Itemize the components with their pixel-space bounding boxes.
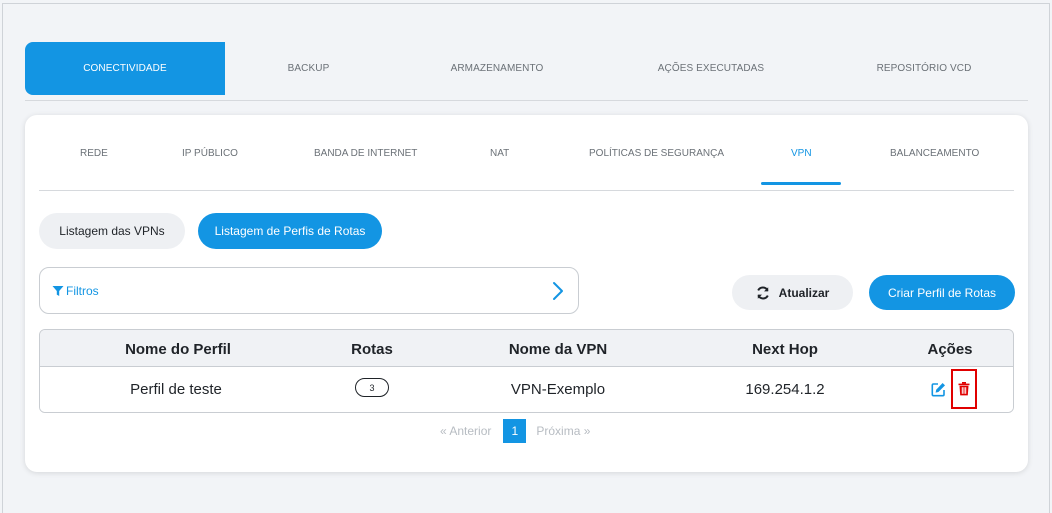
subtab-balanceamento[interactable]: BALANCEAMENTO [890, 148, 979, 159]
table-header: Nome do Perfil Rotas Nome da VPN Next Ho… [40, 330, 1013, 367]
header-acoes: Ações [927, 341, 973, 358]
active-subtab-indicator [761, 182, 841, 185]
tab-acoes-executadas[interactable]: AÇÕES EXECUTADAS [602, 42, 820, 95]
refresh-label: Atualizar [778, 285, 830, 300]
header-next-hop: Next Hop [752, 341, 818, 358]
subtab-politicas-de-seguranca[interactable]: POLÍTICAS DE SEGURANÇA [589, 148, 724, 159]
header-rotas: Rotas [351, 341, 393, 358]
pagination-page-current[interactable]: 1 [503, 419, 527, 443]
vpn-list-button[interactable]: Listagem das VPNs [39, 213, 185, 249]
top-tab-bar: CONECTIVIDADE BACKUP ARMAZENAMENTO AÇÕES… [25, 42, 1028, 95]
header-nome-do-perfil: Nome do Perfil [125, 341, 231, 358]
subtab-banda-de-internet[interactable]: BANDA DE INTERNET [314, 148, 417, 159]
edit-icon[interactable] [931, 382, 946, 397]
cell-profile-name: Perfil de teste [130, 381, 222, 398]
subtab-rede[interactable]: REDE [80, 148, 108, 159]
header-nome-da-vpn: Nome da VPN [508, 341, 608, 358]
content-card: REDE IP PÚBLICO BANDA DE INTERNET NAT PO… [25, 115, 1028, 472]
refresh-icon [756, 286, 769, 299]
tab-repositorio-vcd[interactable]: REPOSITÓRIO VCD [820, 42, 1028, 95]
tab-conectividade[interactable]: CONECTIVIDADE [25, 42, 225, 95]
sub-tab-bar: REDE IP PÚBLICO BANDA DE INTERNET NAT PO… [39, 148, 1014, 166]
table-row: Perfil de teste 3 VPN-Exemplo 169.254.1.… [40, 367, 1013, 412]
filter-icon [52, 285, 64, 296]
create-route-profile-button[interactable]: Criar Perfil de Rotas [869, 275, 1015, 310]
top-tab-divider [25, 100, 1028, 101]
tab-backup[interactable]: BACKUP [225, 42, 392, 95]
trash-icon [958, 382, 970, 396]
subtab-nat[interactable]: NAT [490, 148, 509, 159]
filters-label: Filtros [66, 283, 99, 298]
routes-count-badge: 3 [355, 378, 389, 397]
pagination-next[interactable]: Próxima » [536, 424, 590, 438]
tab-armazenamento[interactable]: ARMAZENAMENTO [392, 42, 602, 95]
route-profiles-table: Nome do Perfil Rotas Nome da VPN Next Ho… [39, 329, 1014, 413]
route-profiles-list-button[interactable]: Listagem de Perfis de Rotas [198, 213, 382, 249]
subtab-ip-publico[interactable]: IP PÚBLICO [182, 148, 238, 159]
sub-tab-divider [39, 190, 1014, 191]
cell-next-hop: 169.254.1.2 [745, 381, 825, 398]
delete-button[interactable] [951, 369, 977, 409]
pagination-previous[interactable]: « Anterior [440, 424, 491, 438]
filters-bar[interactable]: Filtros [39, 267, 579, 314]
pagination: « Anterior 1 Próxima » [440, 419, 590, 443]
refresh-button[interactable]: Atualizar [732, 275, 853, 310]
chevron-right-icon[interactable] [552, 281, 564, 301]
subtab-vpn[interactable]: VPN [791, 148, 812, 159]
cell-vpn-name: VPN-Exemplo [510, 381, 606, 398]
